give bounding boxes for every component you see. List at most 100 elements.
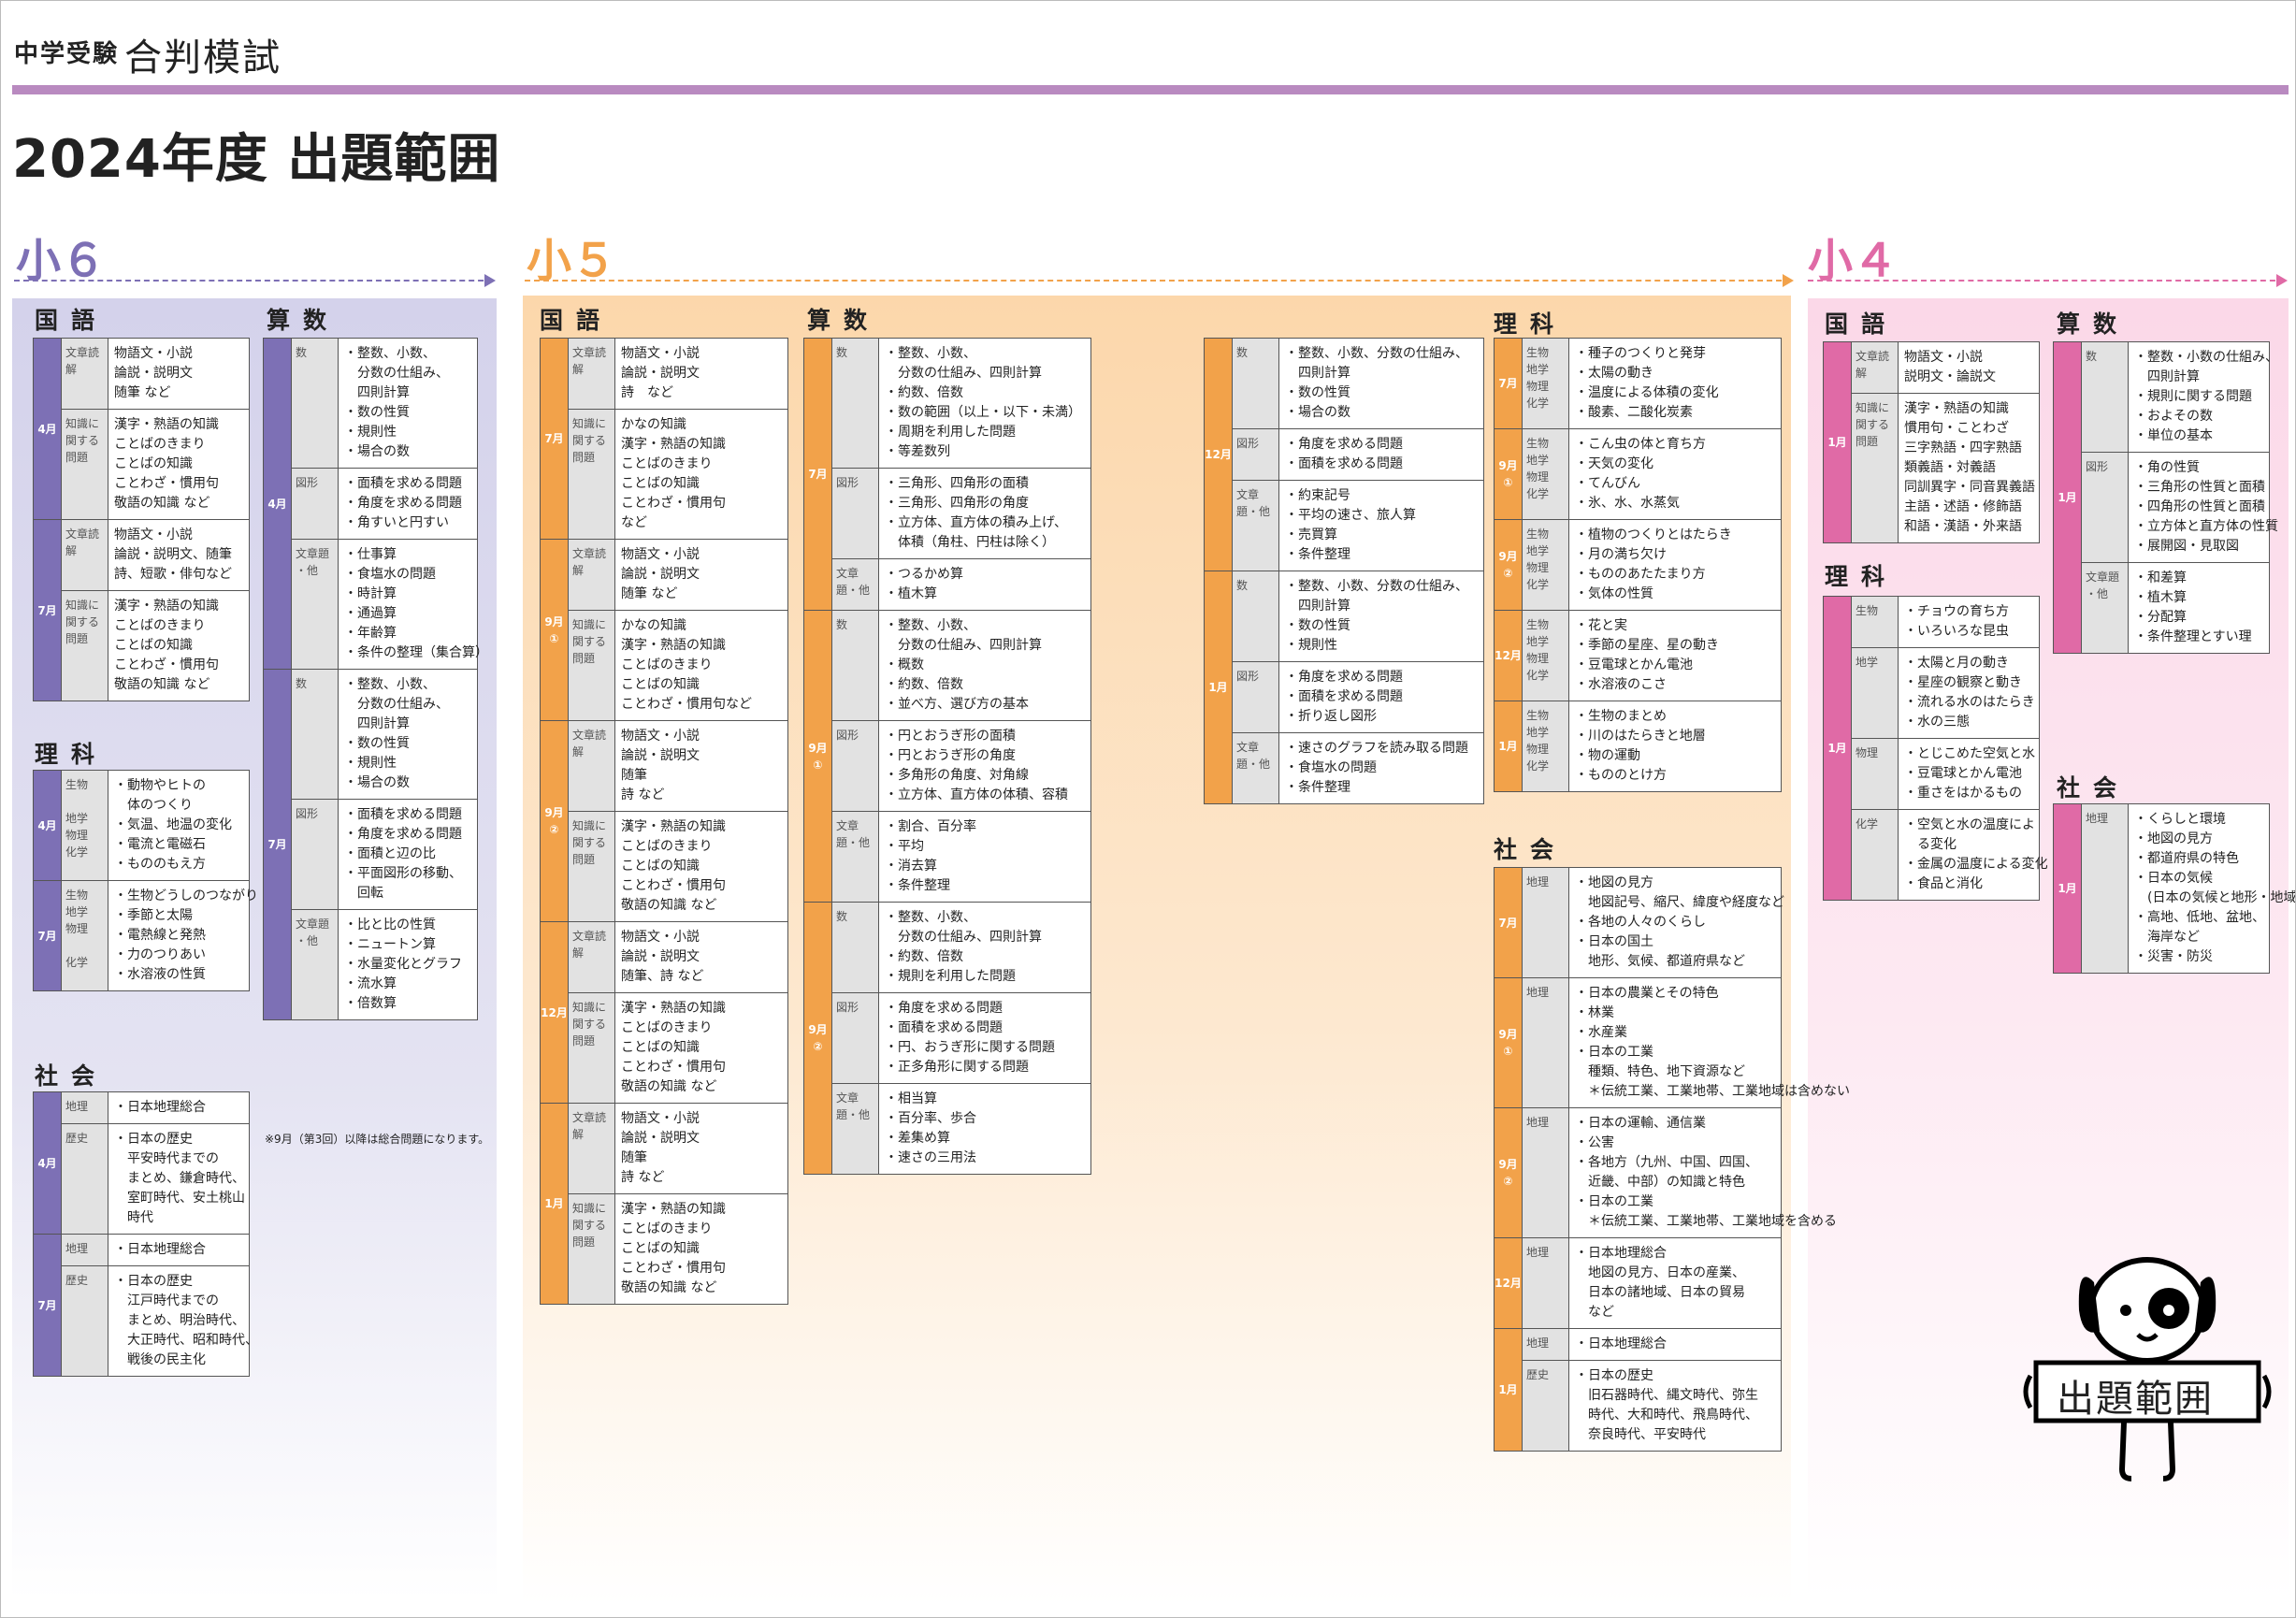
content-cell: ・角の性質 ・三角形の性質と面積 ・四角形の性質と面積 ・立方体と直方体の性質 … <box>2128 452 2278 563</box>
table-row: 歴史 ・日本の歴史 平安時代までの まとめ、鎌倉時代、 室町時代、安土桃山 時代 <box>34 1123 250 1235</box>
table-row: 図形 ・面積を求める問題 ・角度を求める問題 ・角すいと円すい <box>264 468 478 540</box>
table-row: 文章題・他 ・速さのグラフを読み取る問題 ・食塩水の問題 ・条件整理 <box>1205 732 1484 804</box>
category-cell: 生物 地学 物理 化学 <box>1522 701 1569 792</box>
category-cell: 地理 <box>61 1091 108 1124</box>
month-cell: 9月② <box>803 902 832 1175</box>
month-cell: 7月 <box>540 338 569 540</box>
g5-kokugo-title: 国語 <box>540 307 614 334</box>
g4-rika-table: 1月 生物 ・チョウの育ち方 ・いろいろな昆虫 地学 ・太陽と月の動き ・星座の観察と動… <box>1823 596 2048 901</box>
content-cell: ・仕事算 ・食塩水の問題 ・時計算 ・通過算 ・年齢算 ・条件の整理（集合算） <box>338 539 488 670</box>
category-cell: 文章題・他 <box>831 1083 879 1175</box>
content-cell: 漢字・熟語の知識 ことばのきまり ことばの知識 ことわざ・慣用句 敬語の知識 な… <box>614 811 788 922</box>
page: 中学受験 合判模試 2024年度 出題範囲 小６ 小５ 小４ 国語 4月 文章読解… <box>0 0 2296 1618</box>
content-cell: ・相当算 ・百分率、歩合 ・差集め算 ・速さの三用法 <box>878 1083 1091 1175</box>
category-cell: 生物 地学 物理 化学 <box>61 770 108 881</box>
content-cell: ・チョウの育ち方 ・いろいろな昆虫 <box>1898 596 2040 648</box>
table-row: 歴史 ・日本の歴史 江戸時代までの まとめ、明治時代、 大正時代、昭和時代、 戦後… <box>34 1265 258 1377</box>
g5-shakai-table: 7月 地理 ・地図の見方 地図記号、縮尺、緯度や経度など ・各地の人々のくらし ・日… <box>1494 867 1850 1452</box>
content-cell: 物語文・小説 論説・説明文 随筆 など <box>108 338 250 410</box>
content-cell: ・整数、小数、分数の仕組み、 四則計算 ・数の性質 ・規則性 <box>1278 571 1484 662</box>
table-row: 知識に関する問題 漢字・熟語の知識 ことばのきまり ことばの知識 ことわざ・慣用句… <box>541 992 788 1104</box>
content-cell: 物語文・小説 論説・説明文 随筆 詩 など <box>614 1103 788 1194</box>
table-row: 1月 生物 ・チョウの育ち方 ・いろいろな昆虫 <box>1823 596 2040 901</box>
category-cell: 文章読解 <box>1851 341 1899 394</box>
month-cell: 12月 <box>1494 1237 1523 1329</box>
month-cell: 1月 <box>1823 596 1852 901</box>
grade-5-arrow <box>525 274 1794 287</box>
table-row: 9月② 生物 地学 物理 化学 ・植物のつくりとはたらき ・月の満ち欠け ・もののあ… <box>1494 519 1782 611</box>
grade-4-arrow <box>1808 274 2288 287</box>
month-cell: 9月① <box>1494 977 1523 1108</box>
table-row: 知識に関する問題 漢字・熟語の知識 ことばのきまり ことばの知識 ことわざ・慣用句… <box>541 811 788 922</box>
table-row: 4月 文章読解 物語文・小説 論説・説明文 随筆 など <box>33 338 250 520</box>
category-cell: 数 <box>291 669 339 800</box>
category-cell: 文章読解 <box>568 539 615 611</box>
content-cell: ・日本地理総合 <box>108 1234 250 1266</box>
category-cell: 数 <box>831 610 879 721</box>
table-row: 12月 生物 地学 物理 化学 ・花と実 ・季節の星座、星の動き ・豆電球とかん電池… <box>1494 610 1782 701</box>
content-cell: ・太陽と月の動き ・星座の観察と動き ・流れる水のはたらき ・水の三態 <box>1898 647 2040 739</box>
table-row: 図形 ・角度を求める問題 ・面積を求める問題 ・円、おうぎ形に関する問題 ・正多角… <box>804 992 1091 1084</box>
category-cell: 文章読解 <box>568 921 615 993</box>
g6-sansu-title: 算数 <box>267 307 340 334</box>
table-row: 9月② 文章読解 物語文・小説 論説・説明文 随筆 詩 など <box>540 720 788 922</box>
month-cell: 12月 <box>1494 610 1523 701</box>
category-cell: 数 <box>1232 571 1279 662</box>
content-cell: ・生物のまとめ ・川のはたらきと地層 ・物の運動 ・もののとけ方 <box>1568 701 1782 792</box>
category-cell: 文章題 ・他 <box>291 539 339 670</box>
header-rule <box>12 85 2289 94</box>
table-row: 1月数・整数・小数の仕組み、 四則計算 ・規則に関する問題 ・およその数 ・単位… <box>2053 341 2278 654</box>
content-cell: ・割合、百分率 ・平均 ・消去算 ・条件整理 <box>878 811 1091 903</box>
month-cell: 7月 <box>263 669 292 1020</box>
content-cell: ・整数・小数の仕組み、 四則計算 ・規則に関する問題 ・およその数 ・単位の基本 <box>2128 341 2278 453</box>
content-cell: ・動物やヒトの 体のつくり ・気温、地温の変化 ・電流と電磁石 ・もののもえ方 <box>108 770 250 881</box>
month-cell: 1月 <box>1494 701 1523 792</box>
content-cell: ・日本地理総合 <box>1568 1328 1782 1361</box>
month-cell: 7月 <box>1494 867 1523 978</box>
table-row: 9月② 数・整数、小数、 分数の仕組み、四則計算 ・約数、倍数 ・規則を利用した問… <box>803 902 1091 1175</box>
category-cell: 文章読解 <box>568 338 615 410</box>
table-row: 図形 ・角の性質 ・三角形の性質と面積 ・四角形の性質と面積 ・立方体と直方体の性… <box>2054 452 2278 563</box>
content-cell: ・地図の見方 地図記号、縮尺、緯度や経度など ・各地の人々のくらし ・日本の国土… <box>1568 867 1784 978</box>
month-cell: 9月② <box>540 720 569 922</box>
category-cell: 数 <box>2081 341 2129 453</box>
table-row: 文章題・他 ・割合、百分率 ・平均 ・消去算 ・条件整理 <box>804 811 1091 903</box>
month-cell: 9月① <box>803 610 832 903</box>
month-cell: 12月 <box>1204 338 1233 571</box>
content-cell: ・空気と水の温度によ る変化 ・金属の温度による変化 ・食品と消化 <box>1898 809 2048 901</box>
content-cell: ・面積を求める問題 ・角度を求める問題 ・面積と辺の比 ・平面図形の移動、 回転 <box>338 799 478 910</box>
g5-sansu-table-a: 7月数・整数、小数、 分数の仕組み、四則計算 ・約数、倍数 ・数の範囲（以上・以… <box>803 338 1091 1175</box>
category-cell: 地理 <box>1522 867 1569 978</box>
table-row: 物理 ・とじこめた空気と水 ・豆電球とかん電池 ・重さをはかるもの <box>1824 738 2040 810</box>
table-row: 文章題・他 ・相当算 ・百分率、歩合 ・差集め算 ・速さの三用法 <box>804 1083 1091 1175</box>
content-cell: ・日本の歴史 江戸時代までの まとめ、明治時代、 大正時代、昭和時代、 戦後の民… <box>108 1265 258 1377</box>
month-cell: 1月 <box>540 1103 569 1305</box>
category-cell: 図形 <box>1232 661 1279 733</box>
content-cell: ・くらしと環境 ・地図の見方 ・都道府県の特色 ・日本の気候 (日本の気候と地形… <box>2128 803 2295 974</box>
table-row: 知識に関する問題 漢字・熟語の知識 ことばのきまり ことばの知識 ことわざ・慣用句… <box>541 1193 788 1305</box>
grade-6-arrow <box>14 274 496 287</box>
category-cell: 地理 <box>2081 803 2129 974</box>
content-cell: 漢字・熟語の知識 ことばのきまり ことばの知識 ことわざ・慣用句 敬語の知識 な… <box>108 590 250 701</box>
category-cell: 文章読解 <box>61 519 108 591</box>
category-cell: 化学 <box>1851 809 1899 901</box>
g5-shakai-title: 社会 <box>1494 836 1567 863</box>
g6-kokugo-table: 4月 文章読解 物語文・小説 論説・説明文 随筆 など 知識に関する問題 漢字・熟語の知… <box>33 338 250 701</box>
category-cell: 生物 地学 物理 化学 <box>1522 519 1569 611</box>
category-cell: 歴史 <box>61 1123 108 1235</box>
content-cell: 物語文・小説 論説・説明文、随筆 詩、短歌・俳句など <box>108 519 250 591</box>
table-row: 1月 文章読解 物語文・小説 説明文・論説文 <box>1823 341 2040 543</box>
month-cell: 1月 <box>1823 341 1852 543</box>
month-cell: 1月 <box>1494 1328 1523 1452</box>
category-cell: 物理 <box>1851 738 1899 810</box>
content-cell: ・整数、小数、 分数の仕組み、 四則計算 ・数の性質 ・規則性 ・場合の数 <box>338 338 478 469</box>
g6-rika-title: 理科 <box>35 741 108 768</box>
content-cell: ・種子のつくりと発芽 ・太陽の動き ・温度による体積の変化 ・酸素、二酸化炭素 <box>1568 338 1782 429</box>
g5-kokugo-table: 7月 文章読解 物語文・小説 論説・説明文 詩 など 知識に関する問題 かなの知識 漢字… <box>540 338 788 1305</box>
g5-sansu-table-b: 12月数・整数、小数、分数の仕組み、 四則計算 ・数の性質 ・場合の数 図形 ・角度… <box>1204 338 1484 804</box>
category-cell: 文章題 ・他 <box>2081 562 2129 654</box>
content-cell: ・こん虫の体と育ち方 ・天気の変化 ・てんびん ・氷、水、水蒸気 <box>1568 428 1782 520</box>
table-row: 4月 地理 ・日本地理総合 <box>33 1091 250 1235</box>
table-row: 図形 ・角度を求める問題 ・面積を求める問題 ・折り返し図形 <box>1205 661 1484 733</box>
table-row: 文章題・他 ・約束記号 ・平均の速さ、旅人算 ・売買算 ・条件整理 <box>1205 480 1484 571</box>
